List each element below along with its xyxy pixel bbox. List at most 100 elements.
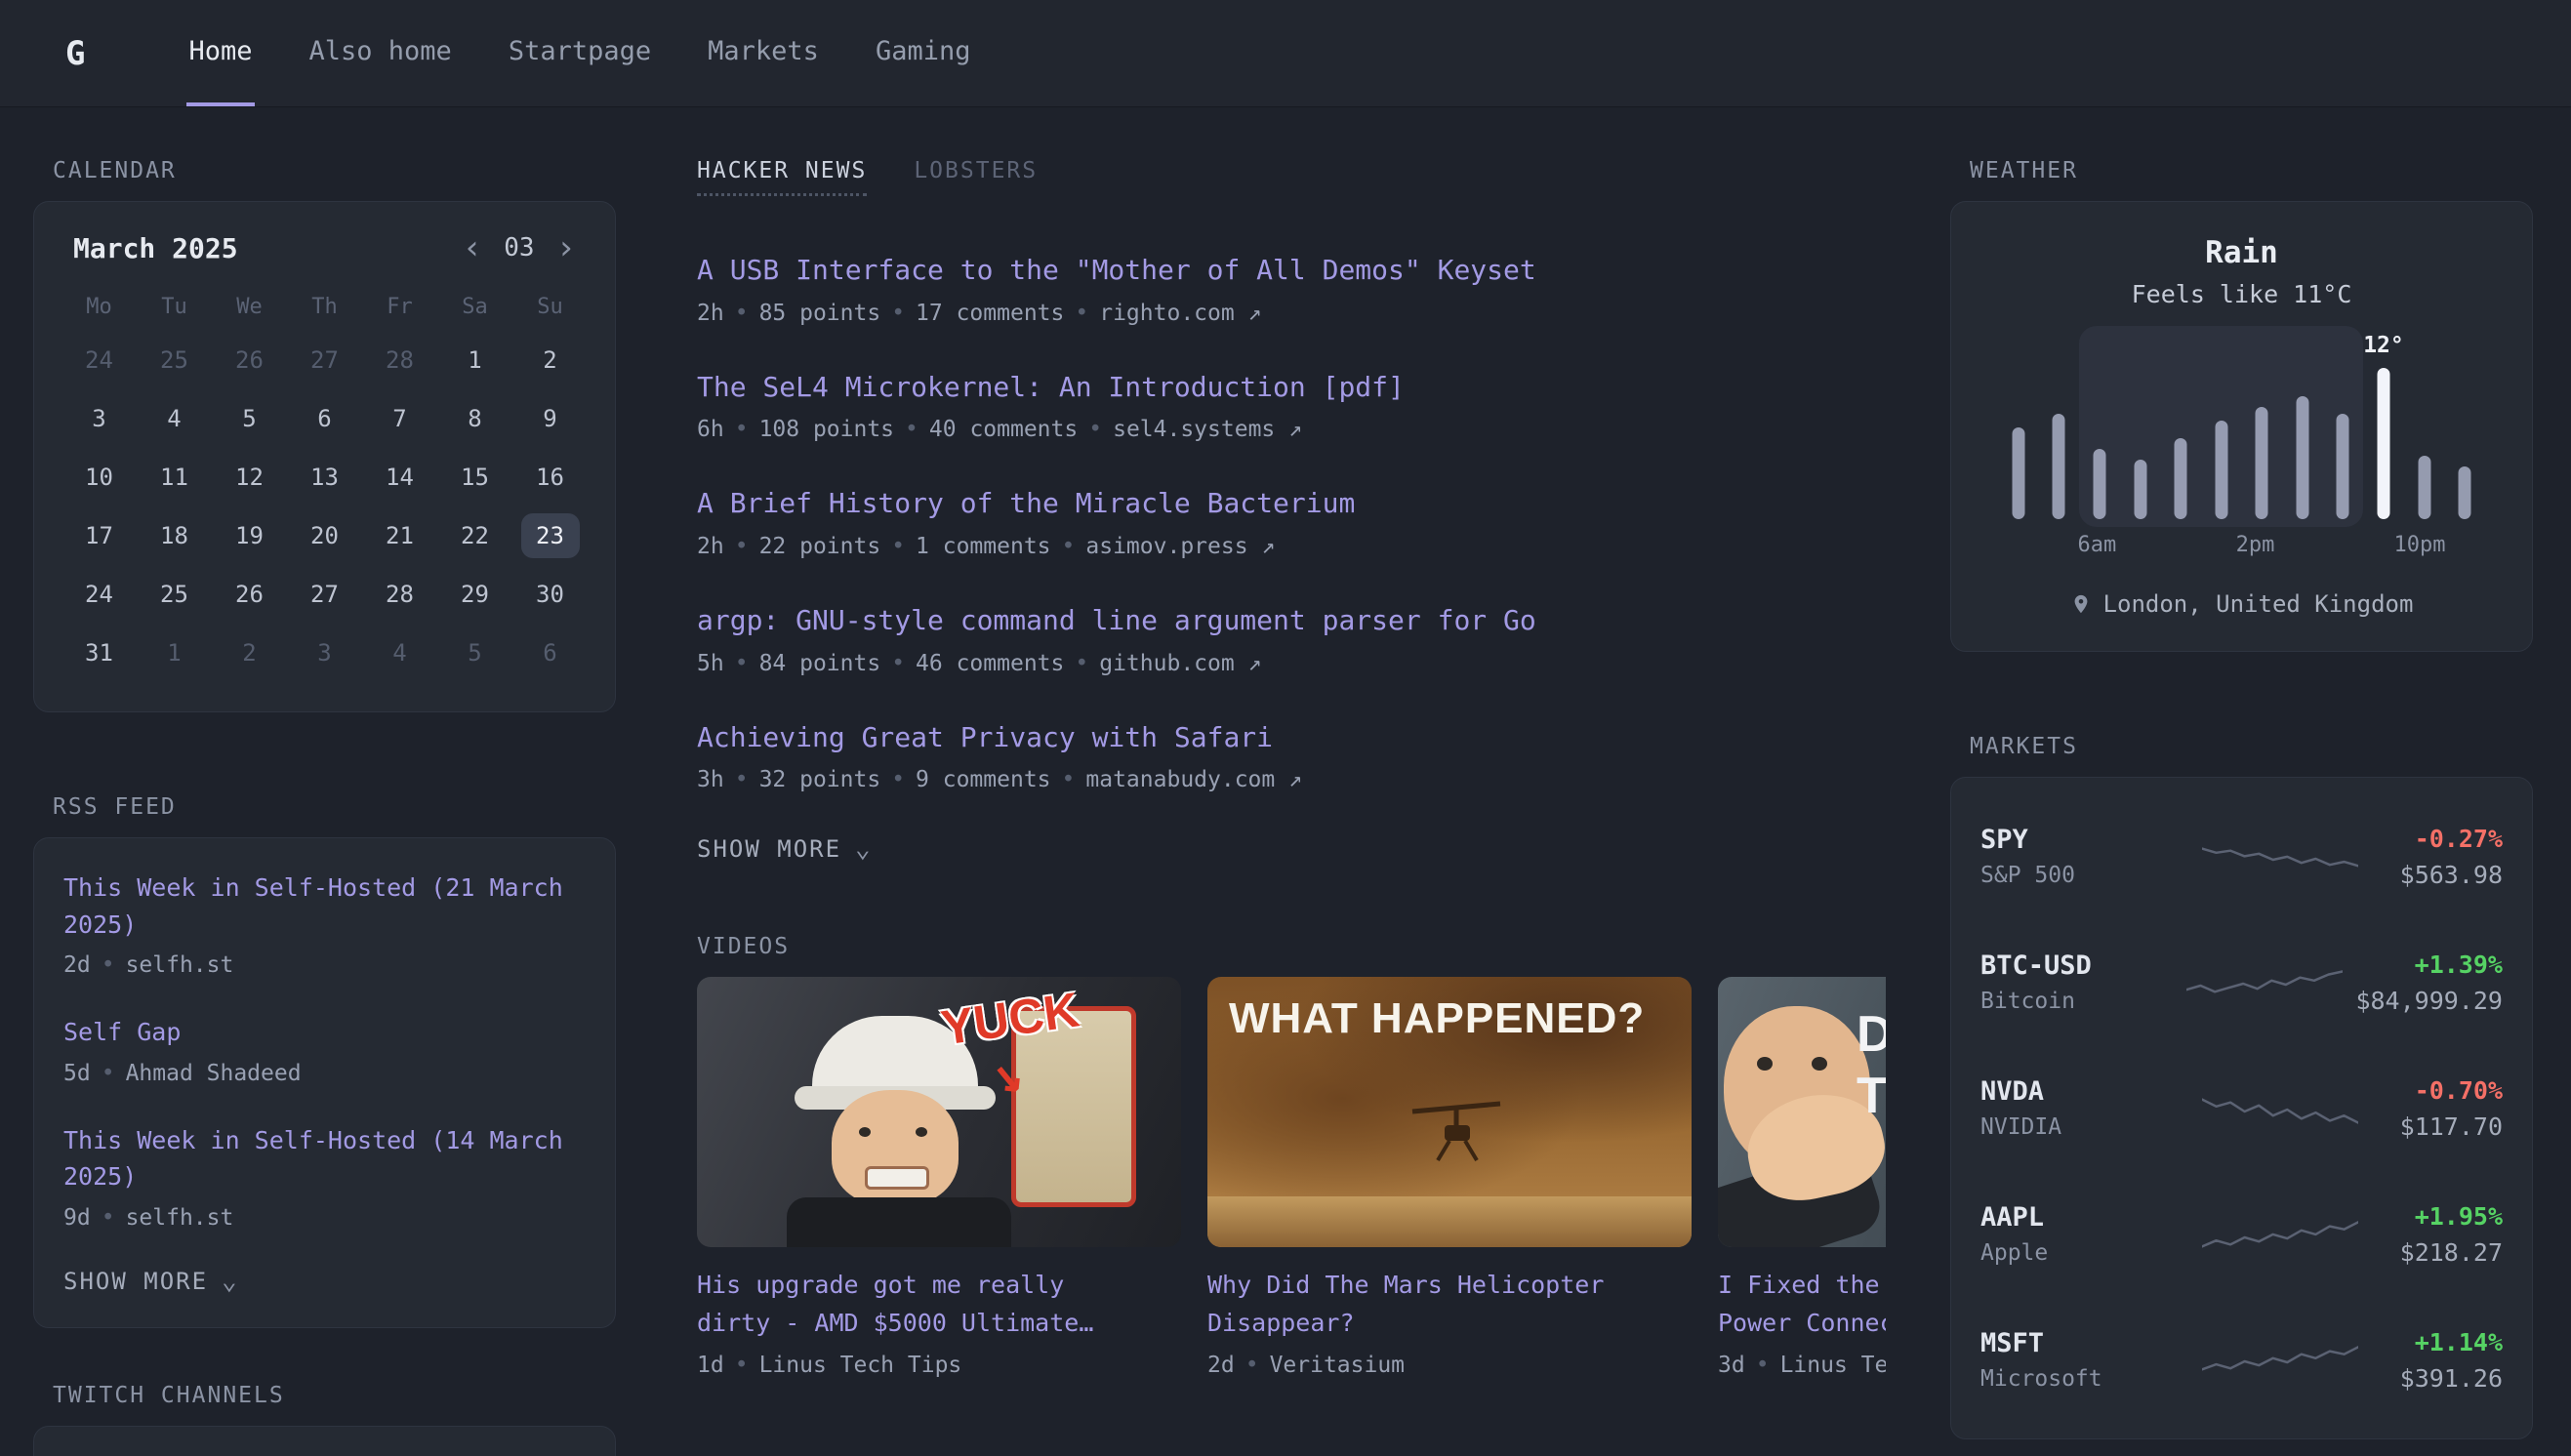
news-tab-hacker-news[interactable]: HACKER NEWS (697, 158, 867, 196)
calendar-card: March 2025 ‹ 03 › MoTuWeThFrSaSu 2425262… (33, 201, 616, 712)
video-thumbnail[interactable]: WHAT HAPPENED? (1207, 977, 1692, 1247)
rss-item-title[interactable]: Self Gap (63, 1014, 586, 1051)
nav-tab-also-home[interactable]: Also home (307, 0, 454, 106)
calendar-day[interactable]: 31 (61, 624, 137, 682)
nav-tab-markets[interactable]: Markets (706, 0, 821, 106)
calendar-day-number: 8 (446, 396, 505, 441)
market-change: +1.14% (2400, 1328, 2503, 1356)
calendar-day[interactable]: 5 (437, 624, 512, 682)
calendar-day[interactable]: 28 (362, 565, 437, 624)
calendar-day[interactable]: 16 (512, 448, 588, 506)
meta-separator: • (891, 767, 905, 792)
news-tab-lobsters[interactable]: LOBSTERS (914, 158, 1038, 196)
calendar-day[interactable]: 15 (437, 448, 512, 506)
video-thumbnail[interactable]: DO T (1718, 977, 1886, 1247)
calendar-day[interactable]: 2 (512, 331, 588, 389)
calendar-day[interactable]: 11 (137, 448, 212, 506)
calendar-day[interactable]: 6 (512, 624, 588, 682)
video-title[interactable]: I Fixed the 5 Power Connect (1718, 1267, 1886, 1343)
calendar-day[interactable]: 9 (512, 389, 588, 448)
calendar-day[interactable]: 24 (61, 331, 137, 389)
video-title[interactable]: Why Did The Mars Helicopter Disappear? (1207, 1267, 1637, 1343)
market-row[interactable]: MSFTMicrosoft +1.14% $391.26 (1980, 1297, 2503, 1423)
calendar-day[interactable]: 4 (362, 624, 437, 682)
calendar-day[interactable]: 14 (362, 448, 437, 506)
news-story-title[interactable]: Achieving Great Privacy with Safari (697, 718, 1886, 758)
calendar-day[interactable]: 12 (212, 448, 287, 506)
calendar-day[interactable]: 21 (362, 506, 437, 565)
market-row[interactable]: AAPLApple+1.95%$218.27 (1980, 1171, 2503, 1297)
weather-card: Rain Feels like 11°C 12° 6am2pm10pm Lond… (1950, 201, 2533, 652)
calendar-day[interactable]: 26 (212, 331, 287, 389)
calendar-day[interactable]: 25 (137, 331, 212, 389)
video-thumbnail[interactable]: YUCK ↘ (697, 977, 1181, 1247)
calendar-day[interactable]: 23 (512, 506, 588, 565)
nav-tab-home[interactable]: Home (186, 0, 254, 106)
calendar-day[interactable]: 3 (61, 389, 137, 448)
news-story-title[interactable]: The SeL4 Microkernel: An Introduction [p… (697, 368, 1886, 408)
calendar-day[interactable]: 8 (437, 389, 512, 448)
nav-tab-startpage[interactable]: Startpage (507, 0, 653, 106)
news-show-more-button[interactable]: SHOW MORE ⌄ (697, 834, 873, 864)
rss-section-title: RSS FEED (53, 794, 616, 820)
calendar-day-number: 3 (70, 396, 129, 441)
calendar-day[interactable]: 1 (137, 624, 212, 682)
calendar-day[interactable]: 22 (437, 506, 512, 565)
calendar-day[interactable]: 13 (287, 448, 362, 506)
rss-item-title[interactable]: This Week in Self-Hosted (14 March 2025) (63, 1122, 586, 1195)
calendar-day[interactable]: 26 (212, 565, 287, 624)
calendar-day[interactable]: 24 (61, 565, 137, 624)
market-identity: MSFTMicrosoft (1980, 1328, 2181, 1392)
news-story-title[interactable]: A USB Interface to the "Mother of All De… (697, 251, 1886, 291)
market-row[interactable]: BTC-USDBitcoin+1.39%$84,999.29 (1980, 919, 2503, 1045)
market-change: +1.95% (2400, 1202, 2503, 1231)
rss-widget: RSS FEED This Week in Self-Hosted (21 Ma… (33, 794, 616, 1328)
calendar-controls: ‹ 03 › (463, 231, 576, 264)
calendar-day[interactable]: 3 (287, 624, 362, 682)
calendar-day[interactable]: 20 (287, 506, 362, 565)
calendar-day[interactable]: 17 (61, 506, 137, 565)
calendar-next-icon[interactable]: › (556, 231, 576, 264)
video-meta: 1d•Linus Tech Tips (697, 1351, 1181, 1381)
calendar-day[interactable]: 1 (437, 331, 512, 389)
calendar-day[interactable]: 7 (362, 389, 437, 448)
calendar-day-number: 6 (521, 630, 580, 675)
weather-bar-fill (2377, 368, 2389, 519)
calendar-day-number: 14 (371, 455, 429, 500)
weather-bar (2039, 344, 2080, 519)
calendar-day[interactable]: 10 (61, 448, 137, 506)
meta-text: 17 comments (916, 301, 1064, 326)
calendar-day[interactable]: 28 (362, 331, 437, 389)
calendar-day[interactable]: 6 (287, 389, 362, 448)
market-row[interactable]: NVDANVIDIA-0.70%$117.70 (1980, 1045, 2503, 1171)
news-story-title[interactable]: A Brief History of the Miracle Bacterium (697, 484, 1886, 524)
meta-separator: • (1088, 417, 1102, 442)
rss-show-more-button[interactable]: SHOW MORE ⌄ (63, 1267, 239, 1296)
calendar-prev-icon[interactable]: ‹ (463, 231, 482, 264)
market-price: $391.26 (2400, 1364, 2503, 1393)
rss-item-title[interactable]: This Week in Self-Hosted (21 March 2025) (63, 870, 586, 943)
nav-tab-gaming[interactable]: Gaming (874, 0, 973, 106)
weather-bar-fill (2256, 407, 2268, 519)
market-row[interactable]: SPYS&P 500-0.27%$563.98 (1980, 793, 2503, 919)
calendar-day[interactable]: 2 (212, 624, 287, 682)
calendar-day[interactable]: 29 (437, 565, 512, 624)
news-story: Achieving Great Privacy with Safari3h•32… (697, 718, 1886, 796)
news-story-title[interactable]: argp: GNU-style command line argument pa… (697, 601, 1886, 641)
calendar-day[interactable]: 19 (212, 506, 287, 565)
video-title[interactable]: His upgrade got me really dirty - AMD $5… (697, 1267, 1126, 1343)
app-logo[interactable]: G (65, 34, 85, 73)
calendar-day[interactable]: 18 (137, 506, 212, 565)
calendar-day[interactable]: 25 (137, 565, 212, 624)
market-symbol: BTC-USD (1980, 950, 2181, 981)
meta-text: 32 points (759, 767, 881, 792)
calendar-day[interactable]: 5 (212, 389, 287, 448)
calendar-day[interactable]: 4 (137, 389, 212, 448)
center-column: HACKER NEWS LOBSTERS A USB Interface to t… (680, 158, 1886, 1456)
weather-bar (2444, 344, 2485, 519)
weather-time-slot (2156, 533, 2196, 557)
calendar-day[interactable]: 27 (287, 565, 362, 624)
meta-text: righto.com ↗ (1099, 301, 1261, 326)
calendar-day[interactable]: 30 (512, 565, 588, 624)
calendar-day[interactable]: 27 (287, 331, 362, 389)
